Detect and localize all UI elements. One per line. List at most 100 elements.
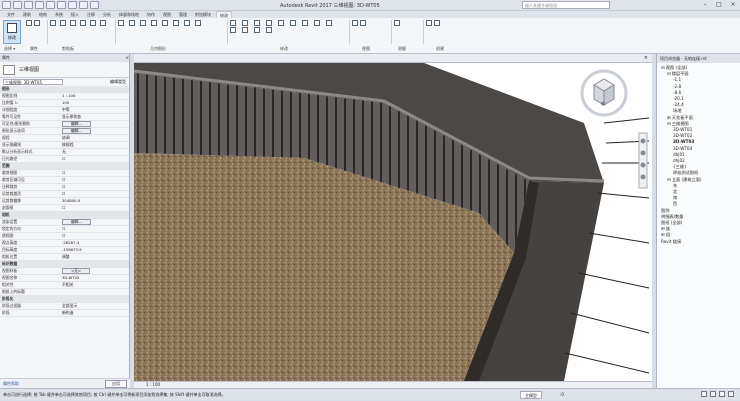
- drag-elements-icon[interactable]: [728, 391, 734, 397]
- pin-icon[interactable]: [242, 27, 248, 33]
- property-row[interactable]: 透视图 ☐: [0, 232, 129, 241]
- close-icon[interactable]: ×: [126, 54, 129, 62]
- close-view-icon[interactable]: ×: [644, 55, 648, 61]
- tab-7[interactable]: 体量和场地: [116, 11, 142, 18]
- tab-10[interactable]: 管理: [176, 11, 190, 18]
- properties-icon[interactable]: [26, 20, 32, 26]
- edit-type-button[interactable]: 编辑类型: [110, 79, 126, 85]
- apply-button[interactable]: 应用: [105, 379, 127, 388]
- tab-12[interactable]: 修改: [216, 11, 232, 18]
- modify-button[interactable]: 修改: [3, 20, 21, 44]
- select-links-icon[interactable]: [710, 391, 716, 397]
- search-input[interactable]: 键入关键字或短语: [522, 1, 610, 9]
- delete-icon[interactable]: [266, 27, 272, 33]
- tab-4[interactable]: 插入: [68, 11, 82, 18]
- property-value[interactable]: ☐: [60, 204, 129, 213]
- property-value[interactable]: -28267.4: [60, 239, 129, 248]
- edit-button[interactable]: 编辑...: [62, 128, 92, 134]
- align-icon[interactable]: [230, 20, 236, 26]
- property-value[interactable]: [60, 288, 129, 297]
- split-icon[interactable]: [314, 20, 320, 26]
- 3d-view-icon[interactable]: [90, 1, 99, 9]
- property-value[interactable]: ☐: [60, 176, 129, 185]
- property-value[interactable]: ☐: [60, 183, 129, 192]
- measure-icon[interactable]: [68, 1, 77, 9]
- property-row[interactable]: 剖面框 ☐: [0, 204, 129, 213]
- property-row[interactable]: 默认分析显示样式无: [0, 148, 129, 157]
- mirror-draw-icon[interactable]: [266, 20, 272, 26]
- browser-node[interactable]: Revit 链接: [661, 239, 740, 245]
- 3d-model-render[interactable]: 前: [134, 63, 652, 381]
- ruler-icon[interactable]: [394, 20, 400, 26]
- property-value[interactable]: ☐: [60, 232, 129, 241]
- property-row[interactable]: 详细程度 中等: [0, 106, 129, 115]
- navigation-bar[interactable]: [638, 132, 648, 189]
- property-row[interactable]: 目标高度 -158673.9: [0, 246, 129, 255]
- mirror-axis-icon[interactable]: [254, 20, 260, 26]
- property-row[interactable]: 视图比例 1 : 100: [0, 92, 129, 101]
- tab-3[interactable]: 系统: [52, 11, 66, 18]
- text-icon[interactable]: [79, 1, 88, 9]
- join-geometry-icon[interactable]: [195, 20, 201, 26]
- property-row[interactable]: 渲染设置 编辑...: [0, 218, 129, 227]
- offset-icon[interactable]: [242, 20, 248, 26]
- property-value[interactable]: 304800.0: [60, 197, 129, 206]
- viewcube[interactable]: [580, 69, 628, 117]
- property-row[interactable]: 视图样板 <无>: [0, 267, 129, 276]
- property-value[interactable]: 3D-WT05: [60, 274, 129, 283]
- paste-icon[interactable]: [50, 20, 56, 26]
- property-value[interactable]: 中等: [60, 106, 129, 115]
- property-row[interactable]: 显示隐藏线 按规程: [0, 141, 129, 150]
- split-face-icon[interactable]: [151, 20, 157, 26]
- property-value[interactable]: 按规程: [60, 141, 129, 150]
- save-icon[interactable]: [24, 1, 33, 9]
- cope-icon[interactable]: [100, 20, 106, 26]
- property-row[interactable]: 阶段 新构造: [0, 309, 129, 318]
- edit-button[interactable]: 编辑...: [62, 219, 92, 225]
- 3d-viewport[interactable]: 前: [134, 63, 652, 381]
- property-row[interactable]: 图纸上的标题: [0, 288, 129, 297]
- redo-icon[interactable]: [46, 1, 55, 9]
- create-part-icon[interactable]: [426, 20, 432, 26]
- move-icon[interactable]: [278, 20, 284, 26]
- property-row[interactable]: 远剪裁偏移 304800.0: [0, 197, 129, 206]
- property-value[interactable]: ☐: [60, 225, 129, 234]
- uncut-icon[interactable]: [129, 20, 135, 26]
- instance-selector-dropdown[interactable]: 三维视图: 3D-WT05: [3, 79, 63, 85]
- close-icon[interactable]: ×: [728, 1, 738, 9]
- tab-2[interactable]: 结构: [36, 11, 50, 18]
- property-value[interactable]: 编辑...: [60, 218, 129, 227]
- array-icon[interactable]: [326, 20, 332, 26]
- type-selector[interactable]: 三维视图: [0, 62, 129, 78]
- property-group[interactable]: 阶段化: [0, 295, 129, 304]
- tab-6[interactable]: 分析: [100, 11, 114, 18]
- select-pinned-icon[interactable]: [719, 391, 725, 397]
- property-value[interactable]: 显示原状态: [60, 113, 129, 122]
- property-value[interactable]: 调整: [60, 253, 129, 262]
- wall-join-icon[interactable]: [140, 20, 146, 26]
- active-model-selector[interactable]: 主模型: [520, 391, 542, 399]
- property-value[interactable]: 100: [60, 99, 129, 108]
- property-value[interactable]: 不相关: [60, 281, 129, 290]
- property-value[interactable]: 无: [60, 148, 129, 157]
- property-row[interactable]: 比例值 1: 100: [0, 99, 129, 108]
- view-icon[interactable]: [352, 20, 358, 26]
- property-row[interactable]: 相关性 不相关: [0, 281, 129, 290]
- tab-5[interactable]: 注释: [84, 11, 98, 18]
- property-row[interactable]: 相机位置 调整: [0, 253, 129, 262]
- property-row[interactable]: 日光路径 ☐: [0, 155, 129, 164]
- property-row[interactable]: 锁定的方向 ☐: [0, 225, 129, 234]
- rotate-icon[interactable]: [290, 20, 296, 26]
- property-row[interactable]: 远剪裁激活 ☐: [0, 190, 129, 199]
- scale-icon[interactable]: [230, 27, 236, 33]
- property-row[interactable]: 图形显示选项 编辑...: [0, 127, 129, 136]
- property-value[interactable]: <无>: [60, 267, 129, 276]
- property-row[interactable]: 规程 协调: [0, 134, 129, 143]
- property-value[interactable]: 编辑...: [60, 127, 129, 136]
- match-icon[interactable]: [90, 20, 96, 26]
- property-row[interactable]: 零件可见性 显示原状态: [0, 113, 129, 122]
- property-value[interactable]: -158673.9: [60, 246, 129, 255]
- property-value[interactable]: ☐: [60, 169, 129, 178]
- property-value[interactable]: 编辑...: [60, 120, 129, 129]
- join-icon[interactable]: [80, 20, 86, 26]
